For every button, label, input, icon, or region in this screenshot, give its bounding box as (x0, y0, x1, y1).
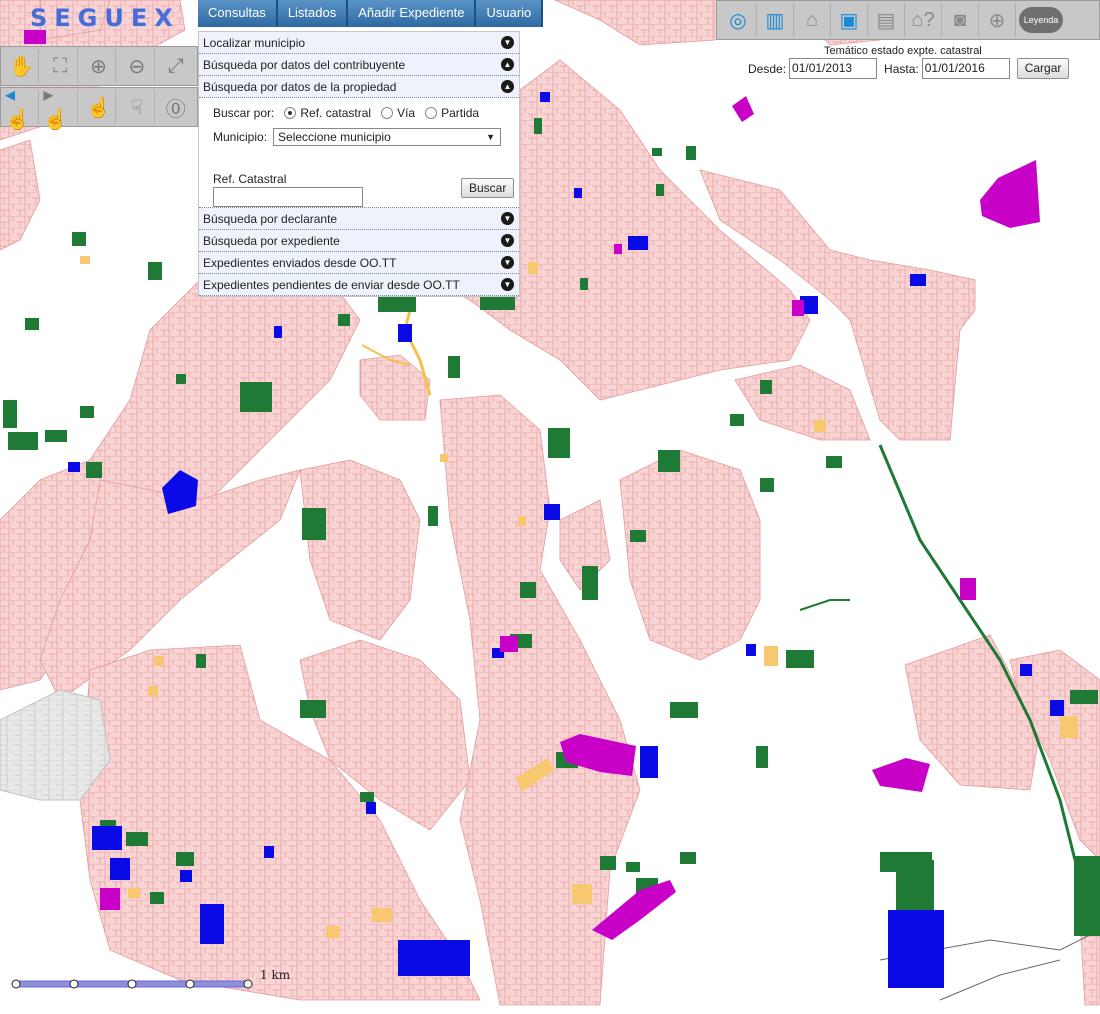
cargar-button[interactable]: Cargar (1016, 58, 1070, 79)
section-label: Localizar municipio (203, 36, 306, 50)
layers-target-icon[interactable]: ◎ (720, 3, 757, 37)
radio-label: Ref. catastral (300, 106, 372, 120)
ref-catastral-label: Ref. Catastral (213, 172, 287, 186)
hasta-input[interactable]: 01/01/2016 (921, 58, 1010, 79)
desde-label: Desde: (748, 61, 787, 76)
main-menu: Consultas Listados Añadir Expediente Usu… (198, 0, 544, 27)
identify-hand-icon[interactable]: ☟ (120, 90, 155, 124)
radio-partida[interactable] (425, 107, 438, 119)
chevron-up-icon[interactable]: ▲ (501, 80, 514, 93)
full-extent-icon[interactable]: ⤢ (159, 49, 193, 83)
section-localizar-municipio[interactable]: Localizar municipio ▼ (199, 32, 519, 54)
house-icon[interactable]: ⌂ (794, 3, 831, 37)
chevron-down-icon[interactable]: ▼ (501, 212, 514, 225)
map-tools-row-1: ✋ ⛶ ⊕ ⊖ ⤢ (0, 46, 198, 86)
ref-catastral-input[interactable] (213, 187, 363, 207)
id-card-icon[interactable]: ▣ (831, 3, 868, 37)
thematic-title: Temático estado expte. catastral (824, 45, 982, 57)
section-declarante[interactable]: Búsqueda por declarante ▼ (199, 208, 519, 230)
radio-ref-catastral[interactable] (284, 107, 297, 119)
section-label: Búsqueda por declarante (203, 212, 338, 226)
next-view-icon[interactable]: ▸☝ (43, 84, 78, 131)
menu-consultas[interactable]: Consultas (198, 0, 278, 27)
menu-usuario[interactable]: Usuario (476, 0, 544, 27)
search-panel: Localizar municipio ▼ Búsqueda por datos… (198, 31, 520, 297)
chevron-down-icon[interactable]: ▼ (501, 234, 514, 247)
map-canvas[interactable] (0, 0, 1100, 1014)
select-hand-icon[interactable]: ☝ (82, 90, 117, 124)
chevron-down-icon[interactable]: ▼ (501, 256, 514, 269)
section-pendientes[interactable]: Expedientes pendientes de enviar desde O… (199, 274, 519, 296)
municipio-select[interactable]: Seleccione municipio (273, 128, 502, 146)
scale-label: 1 km (260, 968, 291, 982)
section-label: Expedientes pendientes de enviar desde O… (203, 278, 460, 292)
scale-bar (11, 979, 253, 989)
radio-label: Partida (441, 106, 480, 120)
chevron-down-icon[interactable]: ▼ (501, 36, 514, 49)
camera-icon[interactable]: ◙ (942, 3, 979, 37)
pan-hand-icon[interactable]: ✋ (5, 49, 40, 83)
buscar-button[interactable]: Buscar (461, 178, 515, 198)
document-icon[interactable]: ▤ (868, 3, 905, 37)
right-toolbar: ◎ ▥ ⌂ ▣ ▤ ⌂? ◙ ⊕ Leyenda (716, 0, 1100, 40)
globe-icon[interactable]: ⊕ (979, 3, 1016, 37)
menu-anadir-expediente[interactable]: Añadir Expediente (348, 0, 477, 27)
menu-listados[interactable]: Listados (277, 0, 349, 27)
zoom-in-icon[interactable]: ⊕ (82, 49, 117, 83)
chevron-up-icon[interactable]: ▲ (501, 58, 514, 71)
municipio-row: Municipio: Seleccione municipio (213, 128, 515, 146)
previous-view-icon[interactable]: ◂☝ (5, 84, 40, 131)
section-datos-contribuyente[interactable]: Búsqueda por datos del contribuyente ▲ (199, 54, 519, 76)
desde-input[interactable]: 01/01/2013 (789, 58, 878, 79)
section-label: Búsqueda por expediente (203, 234, 340, 248)
building-icon[interactable]: ▥ (757, 3, 794, 37)
chevron-down-icon[interactable]: ▼ (501, 278, 514, 291)
zoom-extent-icon[interactable]: ⛶ (43, 49, 78, 83)
app-logo: SEGUEX (30, 4, 180, 32)
search-by-label: Buscar por: (213, 106, 275, 120)
info-icon[interactable]: ⓪ (159, 90, 193, 124)
section-label: Búsqueda por datos del contribuyente (203, 58, 406, 72)
radio-label: Vía (397, 106, 416, 120)
section-expediente[interactable]: Búsqueda por expediente ▼ (199, 230, 519, 252)
section-enviados[interactable]: Expedientes enviados desde OO.TT ▼ (199, 252, 519, 274)
section-label: Expedientes enviados desde OO.TT (203, 256, 397, 270)
hasta-label: Hasta: (884, 61, 919, 76)
section-label: Búsqueda por datos de la propiedad (203, 80, 397, 94)
house-question-icon[interactable]: ⌂? (905, 3, 942, 37)
municipio-label: Municipio: (213, 130, 268, 144)
property-search-form: Buscar por: Ref. catastral Vía Partida M… (199, 98, 519, 208)
legend-button[interactable]: Leyenda (1019, 7, 1063, 33)
section-datos-propiedad[interactable]: Búsqueda por datos de la propiedad ▲ (199, 76, 519, 98)
zoom-out-icon[interactable]: ⊖ (120, 49, 155, 83)
radio-via[interactable] (381, 107, 394, 119)
thematic-date-row: Desde: 01/01/2013 Hasta: 01/01/2016 Carg… (748, 58, 1070, 79)
map-tools-row-2: ◂☝ ▸☝ ☝ ☟ ⓪ (0, 84, 198, 131)
search-by-row: Buscar por: Ref. catastral Vía Partida (213, 106, 515, 120)
